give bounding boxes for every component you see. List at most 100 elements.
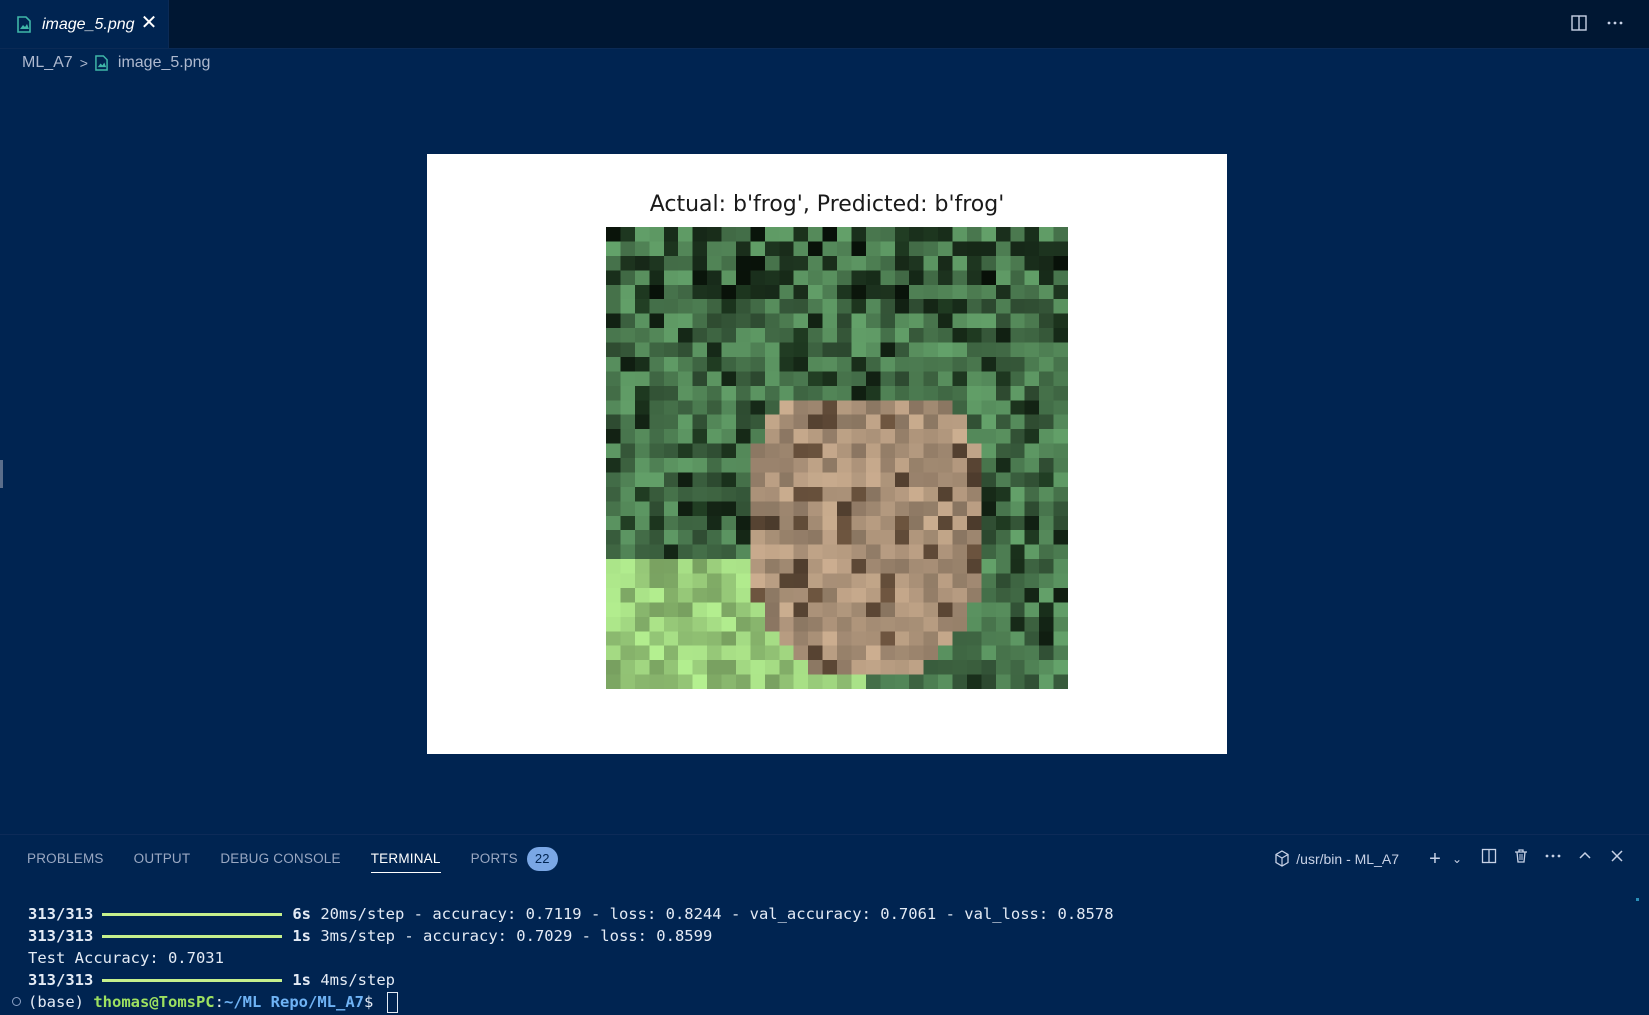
image-pixel (808, 645, 823, 661)
image-pixel (620, 544, 636, 560)
image-pixel (779, 458, 794, 473)
image-pixel (923, 458, 939, 473)
image-pixel (678, 515, 693, 531)
image-pixel (952, 616, 968, 632)
image-pixel (634, 328, 650, 343)
image-pixel (1024, 299, 1040, 314)
split-terminal-icon[interactable] (1479, 848, 1499, 870)
split-editor-icon[interactable] (1569, 14, 1589, 34)
image-pixel (851, 660, 867, 675)
image-pixel (909, 328, 924, 343)
more-actions-icon[interactable] (1605, 14, 1625, 34)
image-pixel (750, 255, 766, 271)
image-pixel (808, 573, 823, 589)
tab-terminal[interactable]: TERMINAL (370, 846, 441, 873)
tab-image-5[interactable]: image_5.png ✕ (0, 0, 169, 48)
image-pixel (837, 313, 852, 329)
image-pixel (764, 515, 780, 531)
image-pixel (909, 227, 924, 242)
image-pixel (822, 284, 838, 300)
terminal-output[interactable]: 313/313 6s 20ms/step - accuracy: 0.7119 -… (28, 903, 1114, 1013)
trash-icon[interactable] (1511, 848, 1531, 870)
image-pixel (620, 530, 636, 545)
image-pixel (692, 385, 708, 401)
image-pixel (837, 414, 852, 430)
image-pixel (634, 227, 650, 242)
image-pixel (865, 602, 881, 618)
image-pixel (678, 414, 693, 430)
image-pixel (995, 515, 1011, 531)
image-pixel (735, 515, 751, 531)
more-actions-icon[interactable] (1543, 848, 1563, 870)
image-pixel (952, 342, 968, 358)
image-pixel (692, 371, 708, 387)
breadcrumb-file[interactable]: image_5.png (118, 54, 211, 72)
image-pixel (1053, 400, 1068, 415)
image-pixel (909, 241, 924, 257)
image-pixel (1010, 270, 1025, 286)
image-pixel (721, 443, 737, 459)
image-pixel (865, 284, 881, 300)
image-pixel (966, 241, 982, 257)
maximize-panel-icon[interactable] (1575, 848, 1595, 870)
image-pixel (649, 645, 665, 661)
chevron-down-icon[interactable]: ⌄ (1447, 849, 1467, 869)
image-pixel (938, 443, 953, 459)
image-pixel (837, 515, 852, 531)
terminal-prompt[interactable]: (base) thomas@TomsPC:~/ML Repo/ML_A7$ (28, 991, 1114, 1013)
image-pixel (865, 660, 881, 675)
image-pixel (707, 472, 722, 488)
image-pixel (894, 429, 910, 444)
image-pixel (923, 616, 939, 632)
image-pixel (1024, 385, 1040, 401)
new-terminal-icon[interactable]: + (1425, 849, 1445, 869)
image-pixel (923, 342, 939, 358)
image-pixel (851, 443, 867, 459)
image-pixel (822, 255, 838, 271)
close-panel-icon[interactable] (1607, 848, 1627, 870)
image-pixel (1053, 501, 1068, 517)
image-pixel (1039, 400, 1054, 415)
image-pixel (692, 602, 708, 618)
image-pixel (938, 573, 953, 589)
image-pixel (606, 385, 621, 401)
image-pixel (779, 241, 794, 257)
image-pixel (735, 385, 751, 401)
close-tab-icon[interactable]: ✕ (140, 13, 158, 33)
image-pixel (894, 342, 910, 358)
image-pixel (634, 631, 650, 646)
image-pixel (1053, 559, 1068, 574)
tab-debug-console[interactable]: DEBUG CONSOLE (220, 846, 340, 872)
image-pixel (606, 515, 621, 531)
image-pixel (764, 270, 780, 286)
image-pixel (822, 472, 838, 488)
tab-problems[interactable]: PROBLEMS (27, 846, 104, 872)
image-pixel (995, 559, 1011, 574)
tab-output[interactable]: OUTPUT (134, 846, 191, 872)
image-pixel (894, 400, 910, 415)
image-pixel (808, 559, 823, 574)
image-pixel (721, 400, 737, 415)
image-pixel (649, 342, 665, 358)
image-pixel (793, 573, 809, 589)
image-pixel (808, 501, 823, 517)
image-pixel (981, 400, 997, 415)
image-pixel (779, 400, 794, 415)
image-pixel (923, 385, 939, 401)
image-pixel (649, 544, 665, 560)
image-pixel (865, 241, 881, 257)
image-pixel (634, 472, 650, 488)
image-pixel (779, 587, 794, 603)
image-pixel (1010, 429, 1025, 444)
image-pixel (1039, 616, 1054, 632)
image-pixel (808, 674, 823, 689)
breadcrumb: ML_A7 > image_5.png (22, 52, 210, 74)
image-pixel (1024, 530, 1040, 545)
tab-ports[interactable]: PORTS 22 (471, 846, 558, 872)
image-pixel (793, 270, 809, 286)
terminal-shell-selector[interactable]: /usr/bin - ML_A7 (1274, 850, 1399, 868)
image-pixel (663, 515, 679, 531)
image-pixel (880, 674, 896, 689)
image-pixel (620, 371, 636, 387)
breadcrumb-folder[interactable]: ML_A7 (22, 54, 73, 72)
